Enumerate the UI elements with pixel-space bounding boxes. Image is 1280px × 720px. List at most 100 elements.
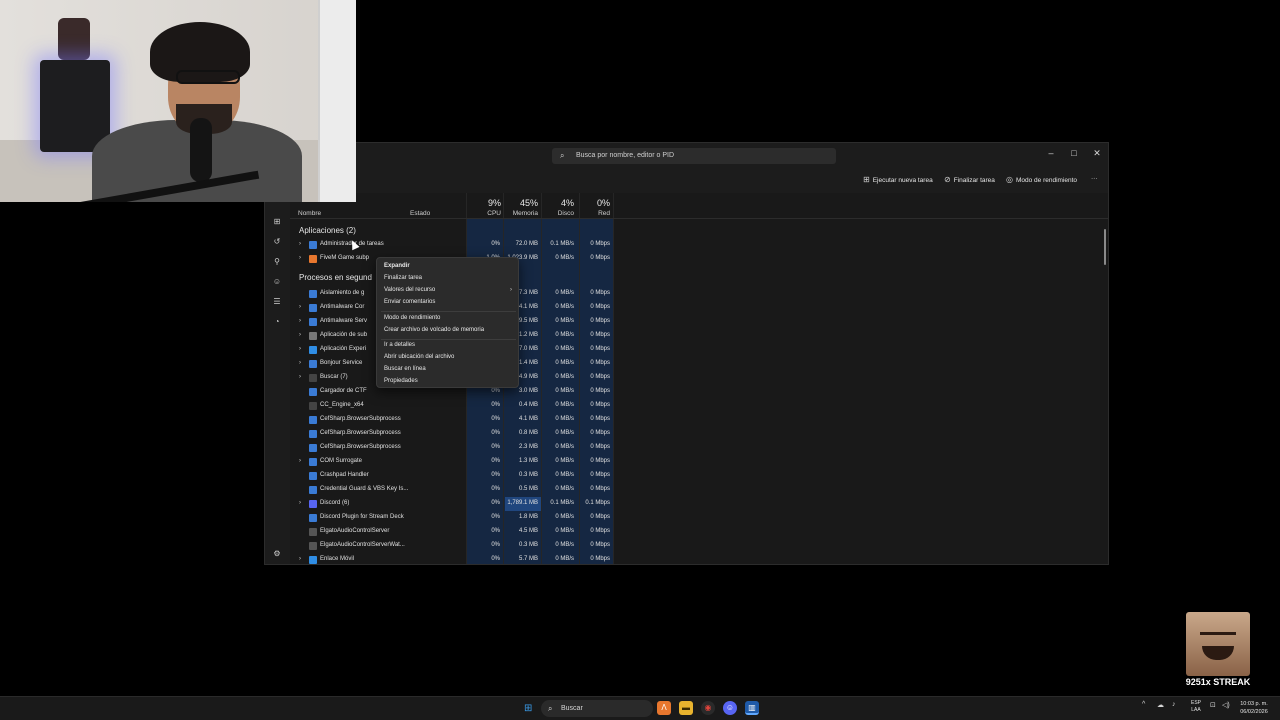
chevron-right-icon[interactable]: › [299,500,301,506]
column-memory[interactable]: Memoria [504,210,538,217]
processes-row[interactable]: › COM Surrogate 0% 1.3 MB 0 MB/s 0 Mbps [290,455,1108,469]
memory-value: 0.4 MB [518,402,538,408]
processes-row[interactable]: CefSharp.BrowserSubprocess 0% 4.1 MB 0 MB/s… [290,413,1108,427]
processes-row[interactable]: CC_Engine_x64 0% 0.4 MB 0 MB/s 0 Mbps [290,399,1108,413]
network-value: 0 Mbps [590,360,610,366]
close-button[interactable]: ✕ [1087,146,1107,160]
process-icon [309,542,317,550]
sidebar-processes-icon[interactable]: ⊞ [272,217,282,227]
fivem-taskbar-icon[interactable]: Λ [657,701,671,715]
chevron-right-icon[interactable]: › [299,332,301,338]
clock[interactable]: 10:03 p. m. 06/02/2026 [1232,700,1276,716]
streak-face-image [1186,612,1250,676]
context-menu: Expandir Finalizar tarea Valores del rec… [376,257,519,388]
search-input[interactable]: ⌕ Busca por nombre, editor o PID [552,148,836,164]
chrome-icon[interactable]: ◉ [701,701,715,715]
menu-separator [381,339,516,340]
process-icon [309,444,317,452]
menu-item-properties[interactable]: Propiedades [384,378,418,384]
start-button-icon[interactable]: ⊞ [524,703,535,714]
keyboard-layout: LAA [1191,707,1201,713]
cpu-total[interactable]: 9% [466,198,501,208]
file-explorer-icon[interactable]: ▬ [679,701,693,715]
minimize-button[interactable]: – [1041,146,1061,160]
column-status[interactable]: Estado [410,210,430,217]
network-value: 0 Mbps [590,374,610,380]
processes-row[interactable]: Crashpad Handler 0% 0.3 MB 0 MB/s 0 Mbps [290,469,1108,483]
chevron-right-icon[interactable]: › [299,374,301,380]
sidebar-history-icon[interactable]: ↺ [272,237,282,247]
sidebar-settings-icon[interactable]: ⚙ [272,549,282,559]
webcam-microphone [190,118,212,182]
maximize-button[interactable]: □ [1064,146,1084,160]
processes-row[interactable]: CefSharp.BrowserSubprocess 0% 0.8 MB 0 MB/s… [290,427,1108,441]
column-disk[interactable]: Disco [542,210,574,217]
run-new-task-label: Ejecutar nueva tarea [872,177,933,184]
column-cpu[interactable]: CPU [466,210,501,217]
processes-row[interactable]: › Discord (6) 0% 1,789.1 MB 0.1 MB/s 0.1 Mbps [290,497,1108,511]
memory-total[interactable]: 45% [504,198,538,208]
end-task-button[interactable]: ⊘ Finalizar tarea [944,175,995,184]
sidebar-services-icon[interactable]: ◔ [272,317,282,327]
chevron-right-icon[interactable]: › [299,556,301,562]
menu-item-send-feedback[interactable]: Enviar comentarios [384,299,435,305]
chevron-right-icon[interactable]: › [299,241,301,247]
network-total[interactable]: 0% [580,198,610,208]
column-name[interactable]: Nombre [298,210,321,217]
tray-cloud-icon[interactable]: ☁ [1157,701,1164,709]
efficiency-mode-button[interactable]: ◎ Modo de rendimiento [1006,175,1077,184]
more-options-button[interactable]: ··· [1091,175,1098,182]
cpu-value: 0% [491,416,500,422]
processes-row[interactable]: Credential Guard & VBS Key Is... 0% 0.5 MB… [290,483,1108,497]
tray-chevron-icon[interactable]: ^ [1142,701,1145,708]
menu-item-expand[interactable]: Expandir [384,263,410,269]
menu-item-end-task[interactable]: Finalizar tarea [384,275,422,281]
sidebar-details-icon[interactable]: ☰ [272,297,282,307]
volume-icon[interactable]: ◁) [1222,701,1230,709]
chevron-right-icon[interactable]: › [299,458,301,464]
tray-mic-icon[interactable]: ♪ [1172,701,1176,708]
language-indicator[interactable]: ESP LAA [1188,700,1204,714]
processes-row[interactable]: ElgatoAudioControlServerWat... 0% 0.3 MB 0 … [290,539,1108,553]
chevron-right-icon[interactable]: › [299,318,301,324]
scrollbar-thumb[interactable] [1104,229,1106,265]
memory-value: 1,789.1 MB [507,500,538,506]
chevron-right-icon[interactable]: › [299,346,301,352]
process-name: Credential Guard & VBS Key Is... [320,486,409,492]
menu-item-resource-values[interactable]: Valores del recurso [384,287,435,293]
column-network[interactable]: Red [580,210,610,217]
process-icon [309,346,317,354]
menu-item-open-location[interactable]: Abrir ubicación del archivo [384,354,454,360]
end-task-icon: ⊘ [944,175,951,184]
apps-row[interactable]: › Administrador de tareas 0% 72.0 MB 0.1 MB/… [290,238,1108,252]
menu-item-create-dump[interactable]: Crear archivo de volcado de memoria [384,327,484,333]
processes-row[interactable]: › Enlace Móvil 0% 5.7 MB 0 MB/s 0 Mbps [290,553,1108,564]
menu-item-efficiency-mode[interactable]: Modo de rendimiento [384,315,440,321]
sidebar-startup-icon[interactable]: ⚲ [272,257,282,267]
processes-row[interactable]: Discord Plugin for Stream Deck 0% 1.8 MB 0 … [290,511,1108,525]
task-manager-taskbar-icon[interactable]: ▥ [745,701,759,715]
process-icon [309,458,317,466]
disk-value: 0 MB/s [555,332,574,338]
network-icon[interactable]: ⊡ [1210,701,1216,709]
process-icon [309,472,317,480]
menu-item-search-online[interactable]: Buscar en línea [384,366,426,372]
process-name: Crashpad Handler [320,472,369,478]
processes-row[interactable]: CefSharp.BrowserSubprocess 0% 2.3 MB 0 MB/s… [290,441,1108,455]
menu-item-go-to-details[interactable]: Ir a detalles [384,342,415,348]
taskbar-search[interactable]: ⌕ Buscar [541,700,653,717]
chevron-right-icon[interactable]: › [299,304,301,310]
discord-icon[interactable]: ☺ [723,701,737,715]
webcam-figure [58,18,90,60]
network-value: 0 Mbps [590,402,610,408]
process-icon [309,486,317,494]
process-name: Cargador de CTF [320,388,367,394]
chevron-right-icon[interactable]: › [299,360,301,366]
chevron-right-icon[interactable]: › [299,255,301,261]
run-new-task-button[interactable]: ⊞ Ejecutar nueva tarea [863,175,933,184]
disk-value: 0 MB/s [555,486,574,492]
network-value: 0 Mbps [590,241,610,247]
processes-row[interactable]: ElgatoAudioControlServer 0% 4.5 MB 0 MB/s 0 … [290,525,1108,539]
sidebar-users-icon[interactable]: ☺ [272,277,282,287]
disk-total[interactable]: 4% [542,198,574,208]
